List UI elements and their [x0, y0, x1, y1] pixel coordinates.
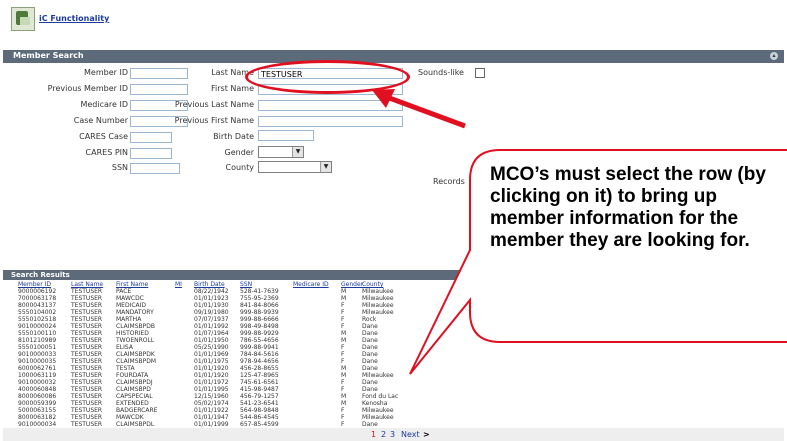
arrow-icon — [372, 89, 466, 129]
callout-text: MCO’s must select the row (by clicking o… — [490, 164, 766, 251]
